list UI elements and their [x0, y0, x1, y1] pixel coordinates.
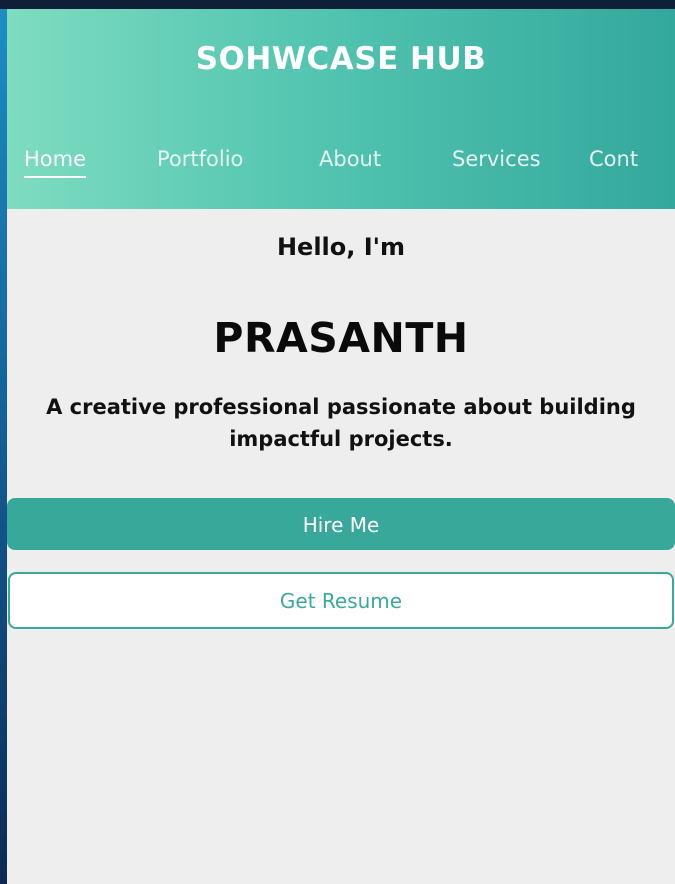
nav-item-about[interactable]: About	[319, 143, 381, 175]
screen-frame: SOHWCASE HUB Home Portfolio About Servic…	[0, 0, 675, 884]
nav-item-services[interactable]: Services	[452, 143, 541, 175]
nav-item-portfolio[interactable]: Portfolio	[157, 143, 243, 175]
hero-name: PRASANTH	[213, 314, 469, 362]
get-resume-button[interactable]: Get Resume	[8, 572, 674, 629]
nav-item-home[interactable]: Home	[24, 143, 87, 178]
hero-tagline: A creative professional passionate about…	[7, 391, 675, 455]
hero-greeting: Hello, I'm	[276, 233, 406, 261]
web-page: SOHWCASE HUB Home Portfolio About Servic…	[7, 9, 675, 884]
nav-item-contact[interactable]: Cont	[589, 143, 638, 175]
main-nav: Home Portfolio About Services Cont	[7, 143, 675, 183]
hero-tagline-line-2: impactful projects.	[229, 427, 453, 451]
hero-tagline-line-1: A creative professional passionate about…	[46, 395, 636, 419]
site-header: SOHWCASE HUB Home Portfolio About Servic…	[7, 9, 675, 209]
top-edge	[0, 0, 675, 9]
hire-me-button[interactable]: Hire Me	[7, 498, 675, 550]
site-brand[interactable]: SOHWCASE HUB	[7, 39, 675, 79]
